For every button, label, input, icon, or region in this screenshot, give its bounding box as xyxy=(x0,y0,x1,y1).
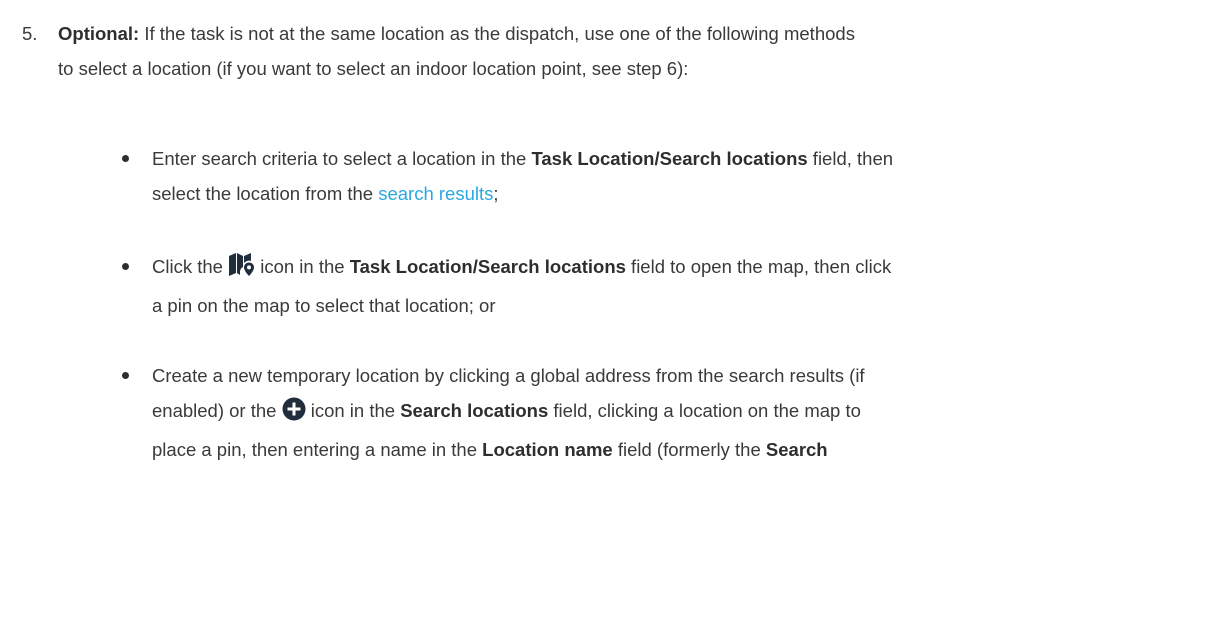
search-results-link[interactable]: search results xyxy=(378,183,493,204)
bullet-icon xyxy=(122,372,129,379)
list-item: Enter search criteria to select a locati… xyxy=(122,141,1212,211)
field-name-task-location: Task Location xyxy=(531,148,655,169)
bullet-text: Click the xyxy=(152,256,229,277)
bullet-text: a pin on the map to select that location… xyxy=(152,295,496,316)
map-pin-icon xyxy=(228,252,255,288)
bullet-icon xyxy=(122,155,129,162)
step-5-text-line-2: to select a location (if you want to sel… xyxy=(58,58,689,79)
field-name-search-locations: Search locations xyxy=(659,148,808,169)
list-item: Create a new temporary location by click… xyxy=(122,358,1212,467)
bullet-text: ; xyxy=(493,183,499,204)
field-name-search-locations: Search locations xyxy=(477,256,626,277)
bullet-text: field, then xyxy=(807,148,894,169)
bullet-text: Create a new temporary location by click… xyxy=(152,365,865,386)
field-name-location-name: Location name xyxy=(482,439,613,460)
bullet-icon xyxy=(122,263,129,270)
bullet-text: icon in the xyxy=(255,256,350,277)
field-name-search-locations: Search locations xyxy=(400,400,549,421)
field-name-task-location: Task Location xyxy=(349,256,473,277)
bullet-text: select the location from the xyxy=(152,183,379,204)
step-5-text-line-1: If the task is not at the same location … xyxy=(139,23,855,44)
step-5-text: Optional: If the task is not at the same… xyxy=(58,16,1212,86)
bullet-text: field to open the map, then click xyxy=(625,256,892,277)
bullet-text: place a pin, then entering a name in the xyxy=(152,439,483,460)
bullet-text: field (formerly the xyxy=(612,439,766,460)
bullet-text: enabled) or the xyxy=(152,400,282,421)
list-item: Click the icon in the Task Location/Sear… xyxy=(122,249,1212,323)
optional-label: Optional: xyxy=(58,23,140,44)
step-number: 5. xyxy=(22,23,38,44)
bullet-text: icon in the xyxy=(305,400,401,421)
step-5: 5. Optional: If the task is not at the s… xyxy=(22,16,1212,86)
plus-circle-icon xyxy=(282,397,306,432)
bullet-text: field, clicking a location on the map to xyxy=(548,400,861,421)
field-name-search: Search xyxy=(765,439,828,460)
bullet-text: Enter search criteria to select a locati… xyxy=(152,148,532,169)
